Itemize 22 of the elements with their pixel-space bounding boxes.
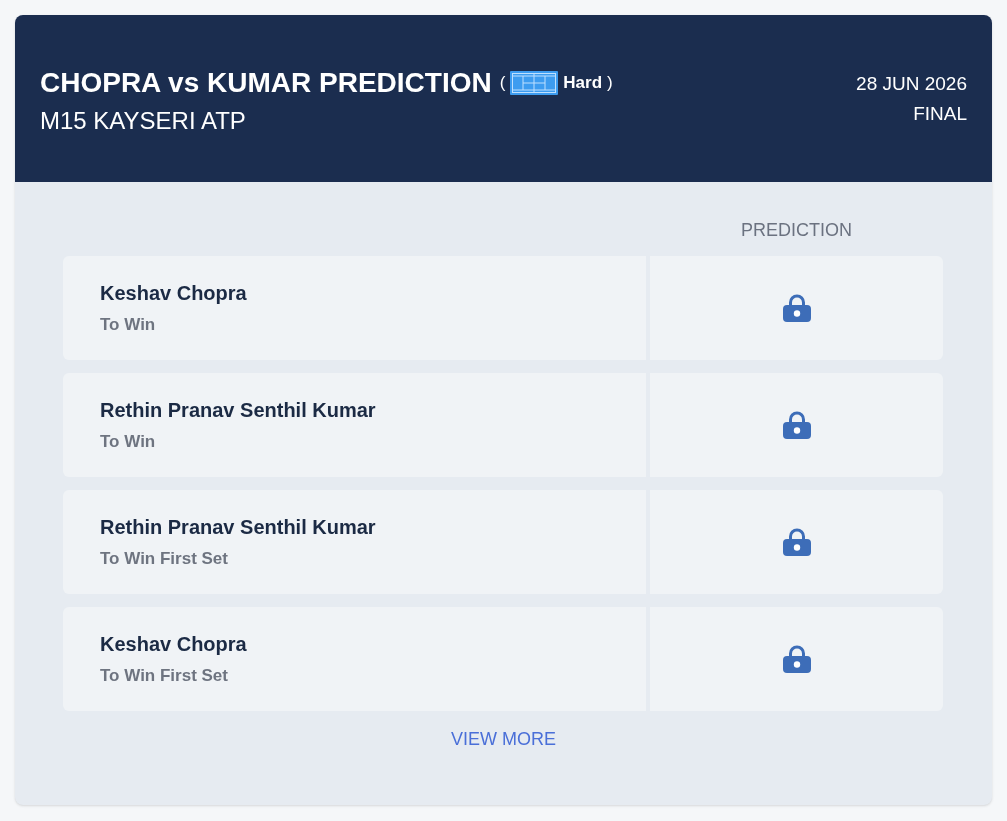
player-name: Rethin Pranav Senthil Kumar <box>100 398 376 423</box>
tennis-court-icon <box>510 70 559 95</box>
paren-open: ( <box>499 71 506 94</box>
match-title: CHOPRA vs KUMAR PREDICTION <box>40 65 492 100</box>
lock-icon <box>781 293 812 323</box>
column-header: PREDICTION <box>741 218 852 242</box>
view-more-link[interactable]: VIEW MORE <box>451 726 556 753</box>
lock-icon <box>781 644 812 674</box>
player-name: Keshav Chopra <box>100 281 247 306</box>
lock-icon <box>781 410 812 440</box>
lock-icon <box>781 527 812 557</box>
surface-label: Hard <box>563 71 603 94</box>
market-label: To Win <box>100 314 156 336</box>
match-date: 28 JUN 2026 <box>856 71 967 96</box>
tournament-name: M15 KAYSERI ATP <box>40 105 246 136</box>
market-label: To Win <box>100 431 156 453</box>
player-name: Rethin Pranav Senthil Kumar <box>100 515 376 540</box>
market-label: To Win First Set <box>100 665 228 687</box>
match-status: FINAL <box>913 101 967 126</box>
player-name: Keshav Chopra <box>100 632 247 657</box>
paren-close: ) <box>607 71 613 94</box>
market-label: To Win First Set <box>100 548 228 570</box>
